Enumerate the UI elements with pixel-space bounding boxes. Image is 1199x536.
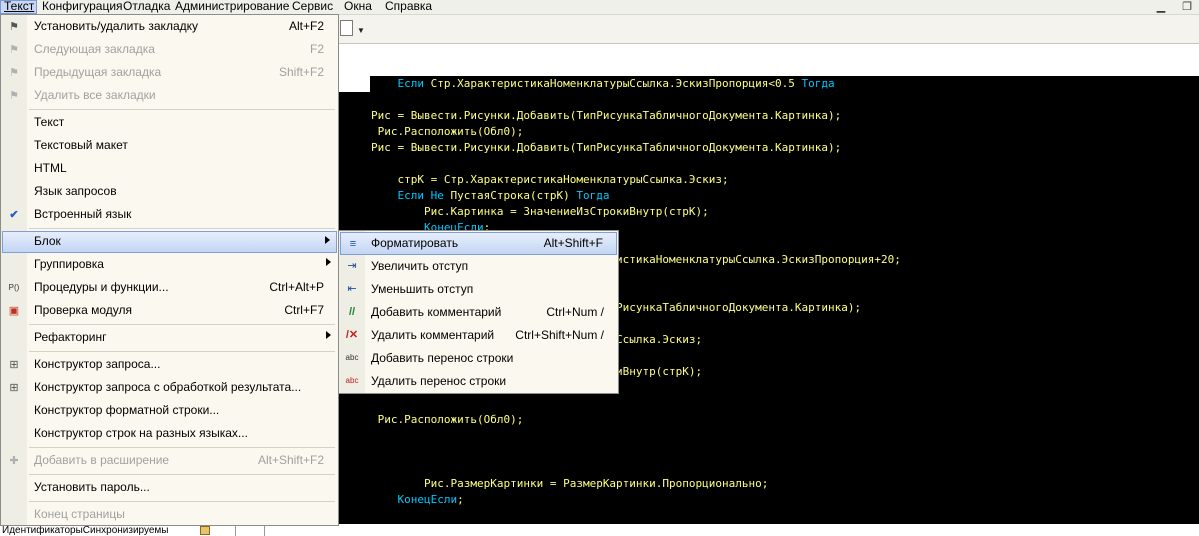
menu-item-page-break[interactable]: Конец страницы xyxy=(2,504,337,526)
remove-linebreak-icon: abc xyxy=(345,376,359,385)
menu-separator xyxy=(29,447,335,448)
submenu-item-remove-linebreak[interactable]: abc Удалить перенос строки xyxy=(340,370,617,393)
menu-item-text[interactable]: Текст xyxy=(2,112,337,134)
query-builder-icon: ⊞ xyxy=(9,359,19,371)
menu-item-procedures[interactable]: P() Процедуры и функции... Ctrl+Alt+P xyxy=(2,277,337,299)
next-bookmark-icon: ⚑ xyxy=(9,44,19,56)
menu-separator xyxy=(29,109,335,110)
menu-administration[interactable]: Администрирование xyxy=(172,0,292,14)
menu-item-block[interactable]: Блок xyxy=(2,231,337,253)
code-line[interactable]: Рис = Вывести.Рисунки.Добавить(ТипРисунк… xyxy=(371,140,841,156)
menu-separator xyxy=(29,228,335,229)
menu-configuration[interactable]: Конфигурация xyxy=(39,0,126,14)
block-submenu: ≡ Форматировать Alt+Shift+F ⇥ Увеличить … xyxy=(338,230,619,394)
query-builder-result-icon: ⊞ xyxy=(9,382,19,394)
submenu-item-indent-decrease[interactable]: ⇤ Уменьшить отступ xyxy=(340,278,617,301)
menu-item-query-builder-result[interactable]: ⊞ Конструктор запроса с обработкой резул… xyxy=(2,377,337,399)
menu-item-query-builder[interactable]: ⊞ Конструктор запроса... xyxy=(2,354,337,376)
menu-item-toggle-bookmark[interactable]: ⚑ Установить/удалить закладку Alt+F2 xyxy=(2,16,337,38)
indent-increase-icon: ⇥ xyxy=(347,260,357,272)
menu-item-set-password[interactable]: Установить пароль... xyxy=(2,477,337,499)
menu-item-html[interactable]: HTML xyxy=(2,158,337,180)
submenu-item-add-linebreak[interactable]: abc Добавить перенос строки xyxy=(340,347,617,370)
code-line[interactable]: Рис.РазмерКартинки = РазмерКартинки.Проп… xyxy=(371,476,768,492)
bookmark-toggle-icon: ⚑ xyxy=(9,21,19,33)
code-line[interactable]: стрК = Стр.ХарактеристикаНоменклатурыСсы… xyxy=(371,172,729,188)
panel-separator xyxy=(235,526,265,536)
checkmark-icon: ✔ xyxy=(9,209,19,221)
add-extension-icon: ✚ xyxy=(9,455,19,467)
menu-item-refactoring[interactable]: Рефакторинг xyxy=(2,327,337,349)
menu-item-text-template[interactable]: Текстовый макет xyxy=(2,135,337,157)
menu-item-multilang-string-builder[interactable]: Конструктор строк на разных языках... xyxy=(2,423,337,445)
add-comment-icon: // xyxy=(348,306,356,318)
code-line[interactable]: Если Стр.ХарактеристикаНоменклатурыСсылк… xyxy=(371,76,835,92)
menu-separator xyxy=(29,474,335,475)
submenu-arrow-icon xyxy=(325,236,330,244)
submenu-item-add-comment[interactable]: // Добавить комментарий Ctrl+Num / xyxy=(340,301,617,324)
menubar: Текст Конфигурация Отладка Администриров… xyxy=(0,0,1199,15)
add-linebreak-icon: abc xyxy=(345,353,359,362)
menu-item-builtin-language[interactable]: ✔ Встроенный язык xyxy=(2,204,337,226)
code-line[interactable]: КонецЕсли; xyxy=(371,492,464,508)
lock-icon xyxy=(200,526,210,535)
submenu-arrow-icon xyxy=(326,258,331,266)
indent-decrease-icon: ⇤ xyxy=(347,283,357,295)
tree-item-text[interactable]: ИдентификаторыСинхронизируемы xyxy=(2,525,169,536)
menu-service[interactable]: Сервис xyxy=(289,0,336,14)
menu-item-next-bookmark[interactable]: ⚑ Следующая закладка F2 xyxy=(2,39,337,61)
menu-item-delete-bookmarks[interactable]: ⚑ Удалить все закладки xyxy=(2,85,337,107)
menu-text[interactable]: Текст xyxy=(0,0,37,14)
document-icon[interactable] xyxy=(340,20,353,36)
code-line[interactable]: Если Не ПустаяСтрока(стрК) Тогда xyxy=(371,188,610,204)
menu-item-grouping[interactable]: Группировка xyxy=(2,254,337,276)
code-line[interactable]: Рис.Расположить(Обл0); xyxy=(371,124,524,140)
restore-icon[interactable]: ❐ xyxy=(1179,0,1195,14)
dropdown-arrow-icon[interactable]: ▼ xyxy=(357,26,365,35)
menu-separator xyxy=(29,501,335,502)
procedures-icon: P() xyxy=(8,283,20,292)
menu-separator xyxy=(29,351,335,352)
code-line[interactable]: Рис = Вывести.Рисунки.Добавить(ТипРисунк… xyxy=(371,108,841,124)
prev-bookmark-icon: ⚑ xyxy=(9,67,19,79)
remove-comment-icon: /✕ xyxy=(345,329,359,341)
menu-item-query-language[interactable]: Язык запросов xyxy=(2,181,337,203)
format-icon: ≡ xyxy=(349,238,357,250)
text-menu: ⚑ Установить/удалить закладку Alt+F2 ⚑ С… xyxy=(0,14,339,526)
code-line[interactable]: Рис.Картинка = ЗначениеИзСтрокиВнутр(стр… xyxy=(371,204,709,220)
menu-item-prev-bookmark[interactable]: ⚑ Предыдущая закладка Shift+F2 xyxy=(2,62,337,84)
check-module-icon: ▣ xyxy=(8,305,20,317)
menu-item-add-to-extension[interactable]: ✚ Добавить в расширение Alt+Shift+F2 xyxy=(2,450,337,472)
delete-bookmarks-icon: ⚑ xyxy=(9,90,19,102)
menu-item-check-module[interactable]: ▣ Проверка модуля Ctrl+F7 xyxy=(2,300,337,322)
menu-debug[interactable]: Отладка xyxy=(120,0,173,14)
submenu-item-indent-increase[interactable]: ⇥ Увеличить отступ xyxy=(340,255,617,278)
submenu-item-remove-comment[interactable]: /✕ Удалить комментарий Ctrl+Shift+Num / xyxy=(340,324,617,347)
minimize-icon[interactable]: ▁ xyxy=(1153,0,1169,14)
menu-item-format-string-builder[interactable]: Конструктор форматной строки... xyxy=(2,400,337,422)
menu-separator xyxy=(29,324,335,325)
code-line[interactable]: Рис.Расположить(Обл0); xyxy=(371,412,524,428)
menu-help[interactable]: Справка xyxy=(382,0,435,14)
menu-windows[interactable]: Окна xyxy=(341,0,375,14)
submenu-arrow-icon xyxy=(326,331,331,339)
submenu-item-format[interactable]: ≡ Форматировать Alt+Shift+F xyxy=(340,232,617,255)
